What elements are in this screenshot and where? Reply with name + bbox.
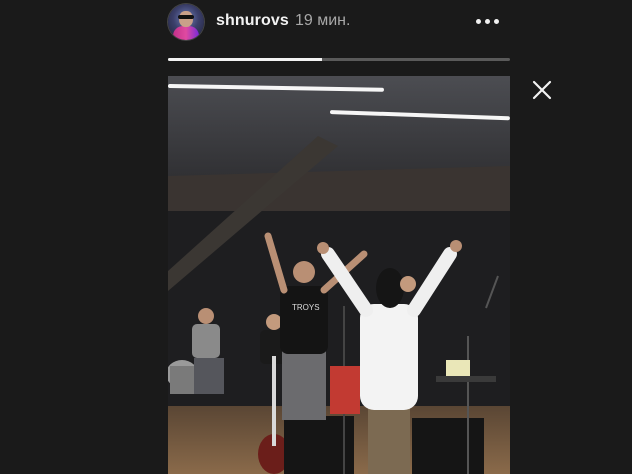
story-progress-bar <box>168 58 510 61</box>
avatar-figure <box>173 26 199 40</box>
more-dot <box>475 18 481 24</box>
avatar-face <box>179 11 193 27</box>
close-icon[interactable] <box>531 79 553 101</box>
post-time: 19 мин. <box>295 12 351 29</box>
story-header: shnurovs 19 мин. <box>0 0 632 58</box>
more-options-icon[interactable] <box>470 10 504 32</box>
shirt-print: TROYS <box>292 303 320 312</box>
user-avatar[interactable] <box>168 4 204 40</box>
more-dot <box>484 18 490 24</box>
avatar-sunglasses <box>178 15 194 19</box>
story-media[interactable]: TROYS <box>168 76 510 474</box>
story-progress-fill <box>168 58 322 61</box>
username-link[interactable]: shnurovs <box>216 12 289 30</box>
more-dot <box>493 18 499 24</box>
